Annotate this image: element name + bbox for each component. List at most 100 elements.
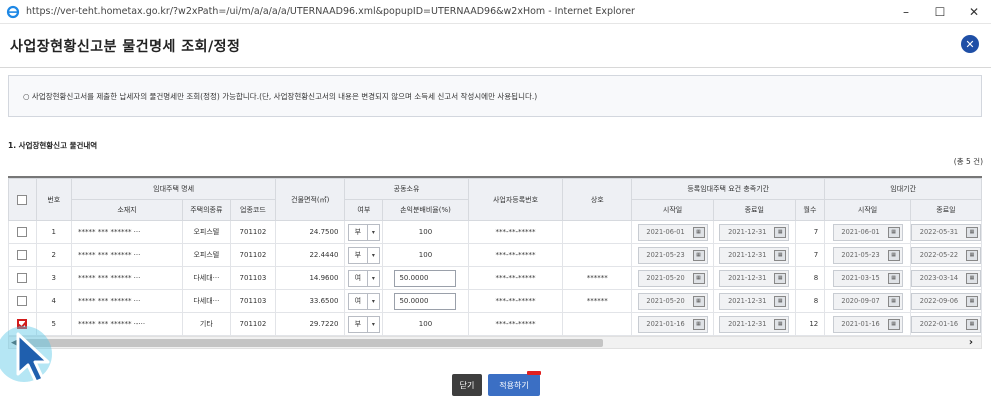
row-select-cell <box>8 220 37 244</box>
coowned-select[interactable]: 부 ▾ <box>347 315 380 333</box>
table-row[interactable]: 1 ***** *** ****** ··· 오피스텔 701102 24.75… <box>8 220 982 244</box>
row-checkbox[interactable] <box>17 273 28 283</box>
apply-highlight-mark <box>527 371 541 375</box>
reg-start-date: 2021-05-23 ▦ <box>637 246 708 264</box>
popup-close-icon[interactable]: ✕ <box>961 35 979 53</box>
row-industry-code: 701102 <box>229 220 277 244</box>
row-reg-end: 2021-12-31 ▦ <box>712 220 796 244</box>
row-housing-type: 다세대··· <box>182 289 231 313</box>
row-pl-ratio: 100 <box>382 243 469 267</box>
header-address: 소재지 <box>70 199 184 221</box>
header-start-date: 시작일 <box>631 199 714 221</box>
pl-ratio-input[interactable]: 50.0000 <box>394 292 457 310</box>
chevron-down-icon[interactable]: ▾ <box>366 270 379 286</box>
chevron-down-icon[interactable]: ▾ <box>366 247 379 263</box>
row-biz-reg-no: ***-**-***** <box>467 266 564 290</box>
calendar-icon: ▦ <box>887 272 900 284</box>
coowned-value: 부 <box>354 228 362 236</box>
row-rental-start: 2021-05-23 ▦ <box>824 243 911 267</box>
table-row[interactable]: 5 ***** *** ****** ·-··· 기타 701102 29.72… <box>8 312 982 336</box>
row-biz-reg-no: ***-**-***** <box>467 243 564 267</box>
header-end-date: 종료일 <box>712 199 796 221</box>
pl-ratio-input[interactable]: 50.0000 <box>394 269 457 287</box>
calendar-icon: ▦ <box>965 318 978 330</box>
row-rental-start: 2021-01-16 ▦ <box>824 312 911 336</box>
row-biz-reg-no: ***-**-***** <box>467 312 564 336</box>
chevron-down-icon[interactable]: ▾ <box>366 316 379 332</box>
header-reg-period-group: 등록임대주택 요건 충족기간 <box>631 178 826 200</box>
rental-start-date-value: 2021-06-01 <box>841 228 880 236</box>
row-select-cell <box>8 289 37 313</box>
row-reg-end: 2021-12-31 ▦ <box>712 266 796 290</box>
rental-start-date: 2021-03-15 ▦ <box>832 269 903 287</box>
calendar-icon: ▦ <box>692 226 705 238</box>
coowned-value: 여 <box>354 297 362 305</box>
table-row[interactable]: 3 ***** *** ****** ··· 다세대··· 701103 14.… <box>8 266 982 290</box>
chevron-down-icon[interactable]: ▾ <box>366 224 379 240</box>
row-coowned-cell: 부 ▾ <box>344 312 384 336</box>
window-close-button[interactable]: ✕ <box>957 0 991 24</box>
header-building-area: 건물면적(㎡) <box>275 178 346 221</box>
row-address: ***** *** ****** ··· <box>70 289 184 313</box>
reg-start-date-value: 2021-05-20 <box>646 297 685 305</box>
coowned-value: 부 <box>354 251 362 259</box>
header-rental-period-group: 임대기간 <box>824 178 982 200</box>
calendar-icon: ▦ <box>774 295 787 307</box>
calendar-icon: ▦ <box>692 318 705 330</box>
table-row[interactable]: 4 ***** *** ****** ··· 다세대··· 701103 33.… <box>8 289 982 313</box>
row-building-area: 24.7500 <box>275 220 346 244</box>
coowned-select[interactable]: 여 ▾ <box>347 269 380 287</box>
row-checkbox[interactable] <box>17 227 28 237</box>
row-coowned-cell: 여 ▾ <box>344 289 384 313</box>
scrollbar-thumb[interactable] <box>23 339 603 347</box>
row-pl-ratio: 50.0000 <box>382 266 469 290</box>
reg-end-date: 2021-12-31 ▦ <box>719 269 790 287</box>
row-rental-start: 2021-06-01 ▦ <box>824 220 911 244</box>
rental-end-date: 2022-01-16 ▦ <box>911 315 981 333</box>
rental-end-date-value: 2022-05-22 <box>919 251 959 259</box>
calendar-icon: ▦ <box>887 226 900 238</box>
window-titlebar: https://ver-teht.hometax.go.kr/?w2xPath=… <box>0 0 991 24</box>
header-industry-code: 업종코드 <box>229 199 277 221</box>
header-trade-name: 상호 <box>562 178 633 221</box>
row-rental-start: 2020-09-07 ▦ <box>824 289 911 313</box>
coowned-select[interactable]: 부 ▾ <box>347 223 380 241</box>
row-reg-start: 2021-01-16 ▦ <box>631 312 714 336</box>
maximize-button[interactable]: ☐ <box>923 0 957 24</box>
minimize-button[interactable]: – <box>889 0 923 24</box>
row-months: 8 <box>794 266 826 290</box>
row-number: 3 <box>35 266 73 290</box>
rental-end-date-value: 2022-05-31 <box>919 228 959 236</box>
row-checkbox[interactable] <box>17 250 28 260</box>
row-address: ***** *** ****** ··· <box>70 220 184 244</box>
header-pl-ratio: 손익분배비율(%) <box>382 199 469 221</box>
pl-ratio-value: 100 <box>418 228 433 236</box>
reg-start-date: 2021-05-20 ▦ <box>637 269 708 287</box>
close-button[interactable]: 닫기 <box>452 374 482 396</box>
row-building-area: 22.4440 <box>275 243 346 267</box>
row-building-area: 14.9600 <box>275 266 346 290</box>
row-trade-name: ****** <box>562 266 633 290</box>
coowned-select[interactable]: 여 ▾ <box>347 292 380 310</box>
scroll-right-icon[interactable]: › <box>969 337 973 349</box>
row-number: 2 <box>35 243 73 267</box>
row-checkbox[interactable] <box>17 296 28 306</box>
apply-button[interactable]: 적용하기 <box>488 374 540 396</box>
rental-start-date-value: 2021-03-15 <box>841 274 880 282</box>
header-rental-group: 임대주택 명세 <box>70 178 277 200</box>
popup-title: 사업장현황신고분 물건명세 조회/정정 <box>10 38 241 55</box>
reg-end-date-value: 2021-12-31 <box>728 297 767 305</box>
calendar-icon: ▦ <box>774 249 787 261</box>
reg-end-date-value: 2021-12-31 <box>728 274 767 282</box>
select-all-checkbox[interactable] <box>17 194 28 205</box>
rental-end-date: 2022-05-31 ▦ <box>911 223 981 241</box>
row-reg-start: 2021-06-01 ▦ <box>631 220 714 244</box>
chevron-down-icon[interactable]: ▾ <box>366 293 379 309</box>
reg-start-date: 2021-05-20 ▦ <box>637 292 708 310</box>
horizontal-scrollbar[interactable]: ◀ › <box>8 336 982 349</box>
row-industry-code: 701103 <box>229 289 277 313</box>
table-row[interactable]: 2 ***** *** ****** ··· 오피스텔 701102 22.44… <box>8 243 982 267</box>
coowned-select[interactable]: 부 ▾ <box>347 246 380 264</box>
calendar-icon: ▦ <box>774 318 787 330</box>
row-select-cell <box>8 243 37 267</box>
